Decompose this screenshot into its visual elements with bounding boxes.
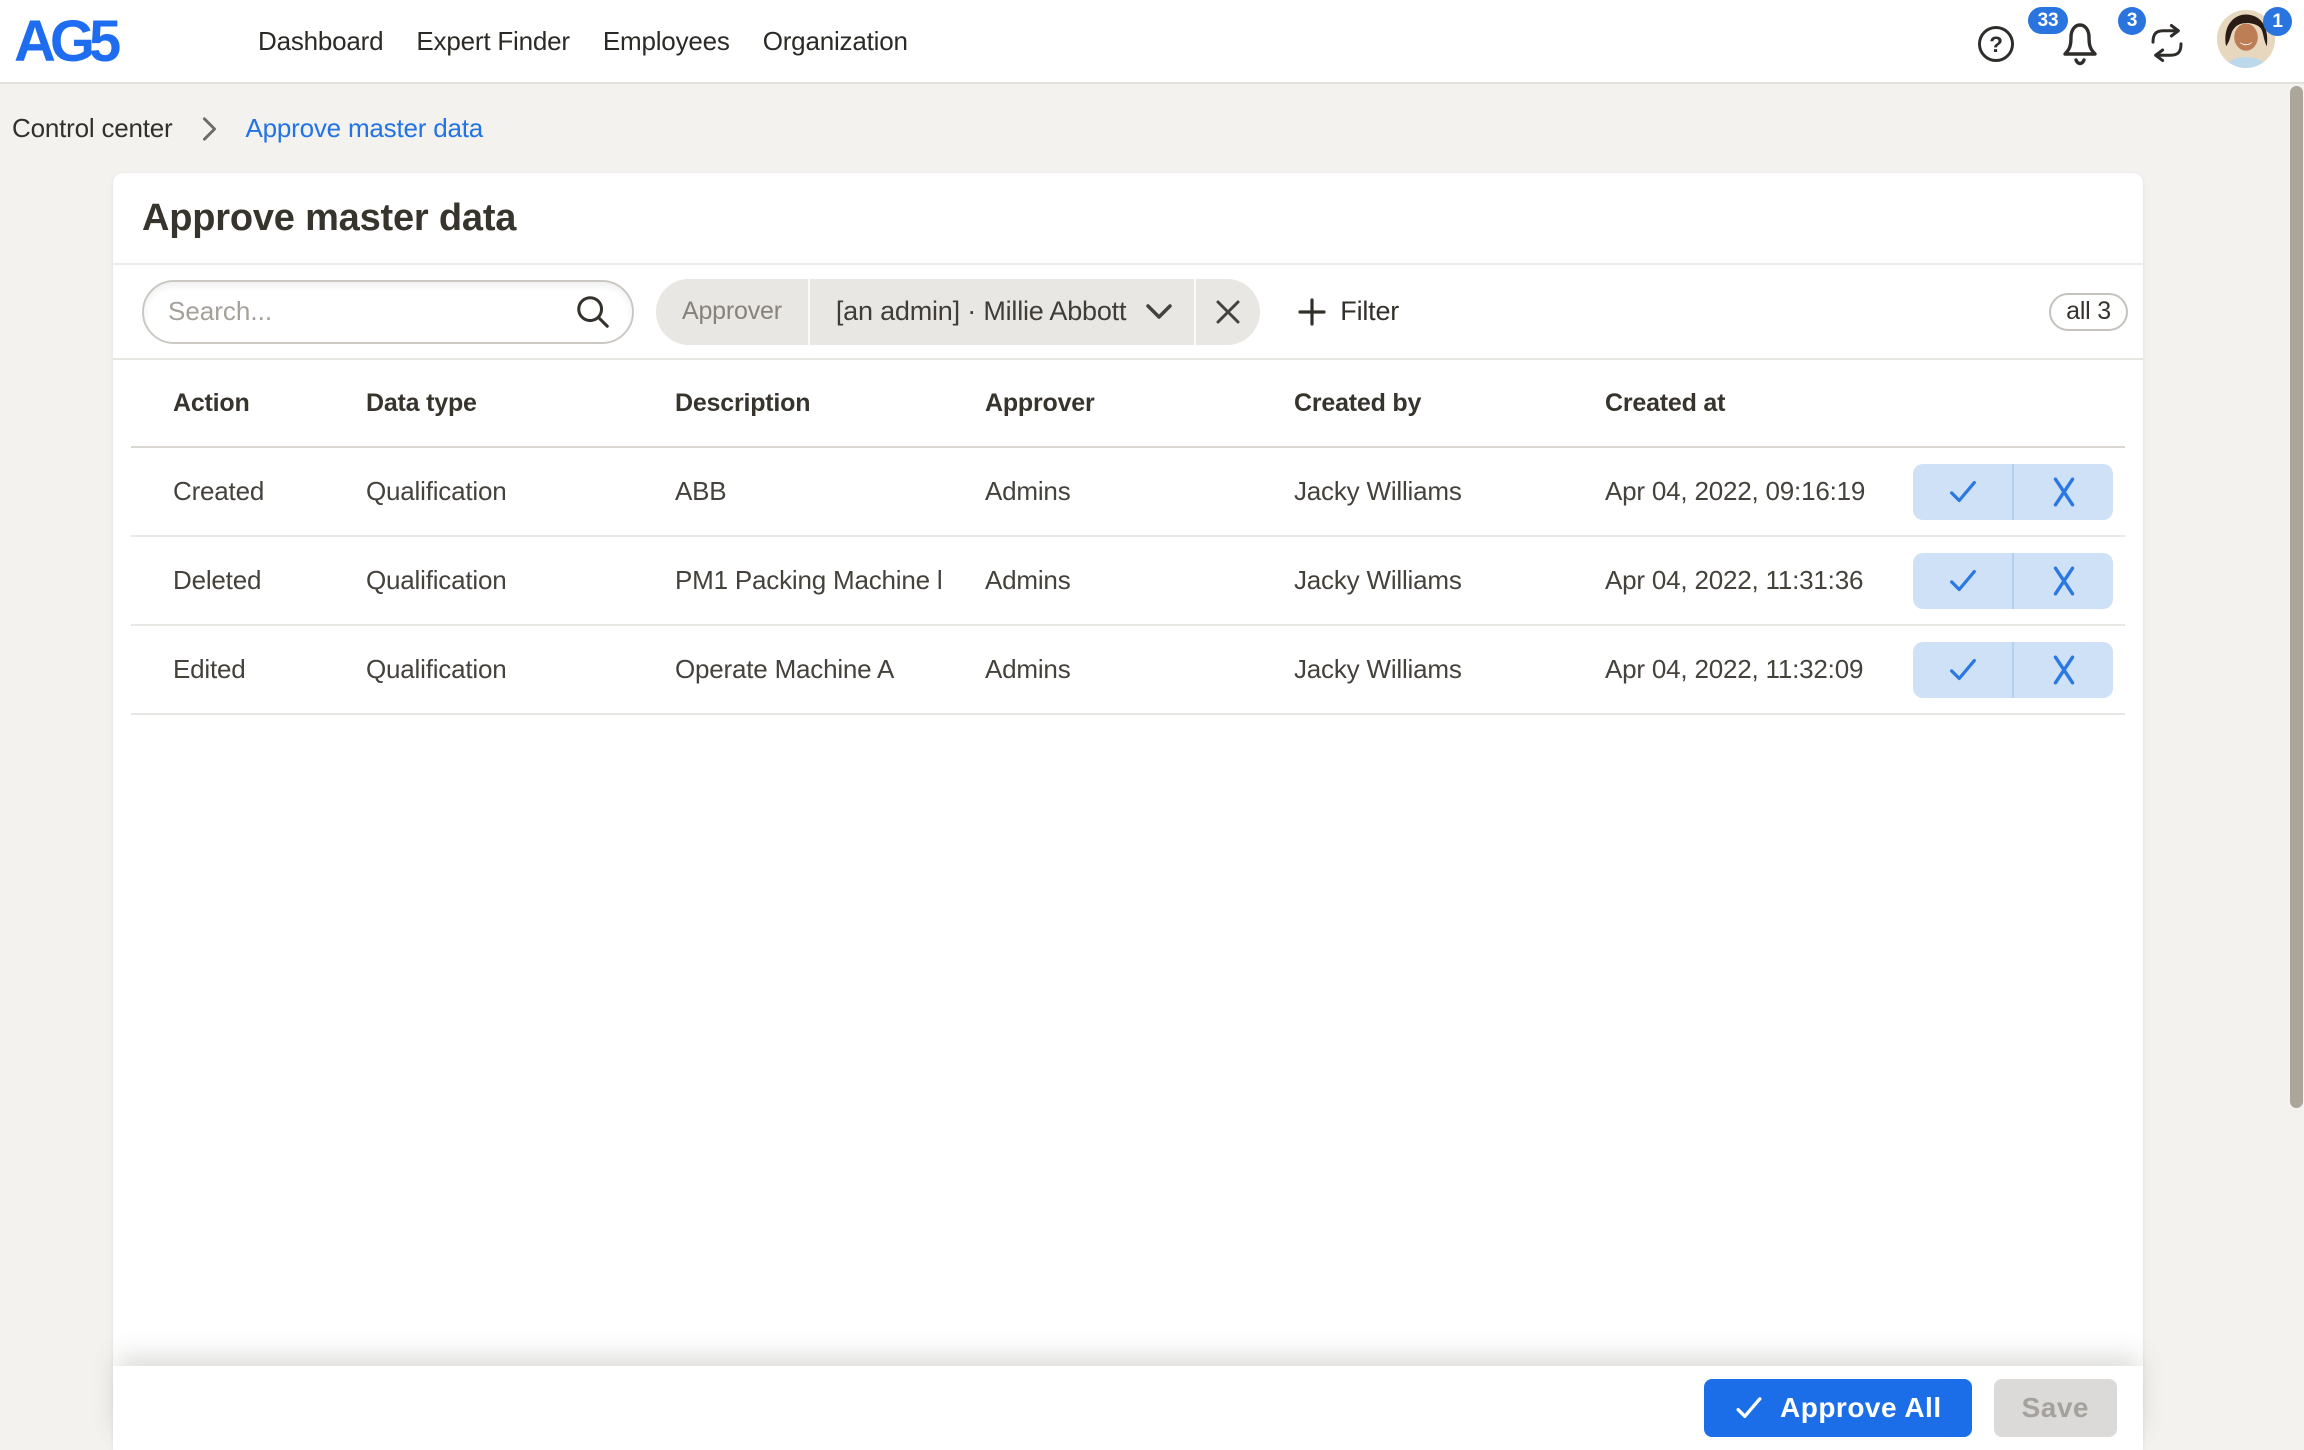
- check-icon: [1946, 564, 1980, 598]
- add-filter-button[interactable]: Filter: [1298, 296, 1399, 327]
- ag5-logo[interactable]: AG5: [14, 8, 115, 75]
- search-box: [142, 280, 634, 344]
- row-action-button-group: [1913, 553, 2113, 609]
- nav-item-expert-finder[interactable]: Expert Finder: [416, 26, 569, 57]
- cell-created-at: Apr 04, 2022, 09:16:19 ...: [1563, 476, 1871, 507]
- table-header-row: Action Data type Description Approver Cr…: [131, 360, 2125, 448]
- cell-data-type: Qualification: [324, 654, 633, 685]
- cell-created-at: Apr 04, 2022, 11:32:09 ...: [1563, 654, 1871, 685]
- cell-created-by: Jacky Williams: [1252, 654, 1563, 685]
- footer-action-bar: Approve All Save: [113, 1366, 2143, 1450]
- sync-icon[interactable]: [2146, 22, 2188, 64]
- breadcrumb: Control center Approve master data: [0, 84, 2304, 173]
- breadcrumb-control-center[interactable]: Control center: [12, 113, 173, 144]
- column-header-approver: Approver: [943, 389, 1252, 418]
- top-nav: AG5 Dashboard Expert Finder Employees Or…: [0, 0, 2304, 84]
- column-header-created-by: Created by: [1252, 389, 1563, 418]
- x-icon: [2049, 565, 2079, 597]
- avatar-count-badge: 1: [2263, 7, 2292, 36]
- cell-created-by: Jacky Williams: [1252, 476, 1563, 507]
- cell-created-at: Apr 04, 2022, 11:31:36 ...: [1563, 565, 1871, 596]
- table-row: Created Qualification ABB Admins Jacky W…: [131, 448, 2125, 537]
- nav-item-employees[interactable]: Employees: [603, 26, 730, 57]
- check-icon: [1946, 475, 1980, 509]
- notifications-count-badge: 33: [2028, 7, 2068, 34]
- approve-row-button[interactable]: [1913, 642, 2014, 698]
- x-icon: [2049, 476, 2079, 508]
- reject-row-button[interactable]: [2014, 553, 2113, 609]
- chevron-right-icon: [201, 115, 218, 143]
- table-row: Deleted Qualification PM1 Packing Machin…: [131, 537, 2125, 626]
- check-icon: [1734, 1393, 1764, 1423]
- nav-item-organization[interactable]: Organization: [763, 26, 908, 57]
- search-input[interactable]: [166, 295, 574, 328]
- search-icon[interactable]: [574, 293, 612, 331]
- cell-approver: Admins: [943, 654, 1252, 685]
- column-header-action: Action: [131, 389, 324, 418]
- sync-count-badge: 3: [2118, 7, 2146, 35]
- reject-row-button[interactable]: [2014, 464, 2113, 520]
- filter-chip-remove-icon[interactable]: [1196, 279, 1260, 345]
- card-title-row: Approve master data: [113, 173, 2143, 265]
- results-count-badge: all 3: [2049, 293, 2128, 331]
- approve-row-button[interactable]: [1913, 553, 2014, 609]
- reject-row-button[interactable]: [2014, 642, 2113, 698]
- cell-action: Deleted: [131, 565, 324, 596]
- cell-description: PM1 Packing Machine line: [633, 565, 943, 596]
- approve-all-label: Approve All: [1780, 1392, 1942, 1424]
- master-data-table: Action Data type Description Approver Cr…: [131, 360, 2125, 715]
- cell-action: Created: [131, 476, 324, 507]
- column-header-created-at: Created at: [1563, 389, 1871, 418]
- table-row: Edited Qualification Operate Machine A A…: [131, 626, 2125, 715]
- filter-chip-label: Approver: [656, 279, 808, 345]
- x-icon: [2049, 654, 2079, 686]
- filter-row: Approver [an admin] · Millie Abbott: [113, 265, 2143, 360]
- main-nav: Dashboard Expert Finder Employees Organi…: [258, 0, 908, 82]
- cell-approver: Admins: [943, 565, 1252, 596]
- breadcrumb-approve-master-data[interactable]: Approve master data: [246, 113, 484, 144]
- row-actions: [1871, 553, 2125, 609]
- approve-row-button[interactable]: [1913, 464, 2014, 520]
- vertical-scrollbar-thumb[interactable]: [2290, 86, 2303, 1108]
- approver-filter-chip: Approver [an admin] · Millie Abbott: [656, 279, 1260, 345]
- save-label: Save: [2022, 1392, 2089, 1424]
- row-actions: [1871, 642, 2125, 698]
- cell-description: ABB: [633, 476, 943, 507]
- cell-action: Edited: [131, 654, 324, 685]
- cell-approver: Admins: [943, 476, 1252, 507]
- approve-master-data-card: Approve master data Approver [an admin] …: [113, 173, 2143, 1450]
- row-action-button-group: [1913, 642, 2113, 698]
- column-header-data-type: Data type: [324, 389, 633, 418]
- plus-icon: [1298, 298, 1326, 326]
- nav-item-dashboard[interactable]: Dashboard: [258, 26, 383, 57]
- chevron-down-icon: [1144, 302, 1174, 322]
- filter-chip-value-text: [an admin] · Millie Abbott: [836, 296, 1126, 327]
- cell-created-by: Jacky Williams: [1252, 565, 1563, 596]
- svg-text:?: ?: [1989, 32, 2003, 57]
- row-actions: [1871, 464, 2125, 520]
- save-button[interactable]: Save: [1994, 1379, 2117, 1437]
- cell-description: Operate Machine A: [633, 654, 943, 685]
- cell-data-type: Qualification: [324, 565, 633, 596]
- approve-all-button[interactable]: Approve All: [1704, 1379, 1972, 1437]
- check-icon: [1946, 653, 1980, 687]
- filter-chip-value-dropdown[interactable]: [an admin] · Millie Abbott: [810, 279, 1194, 345]
- add-filter-label: Filter: [1340, 296, 1399, 327]
- help-icon[interactable]: ?: [1976, 24, 2016, 64]
- cell-data-type: Qualification: [324, 476, 633, 507]
- page-title: Approve master data: [142, 197, 516, 240]
- column-header-description: Description: [633, 389, 943, 418]
- row-action-button-group: [1913, 464, 2113, 520]
